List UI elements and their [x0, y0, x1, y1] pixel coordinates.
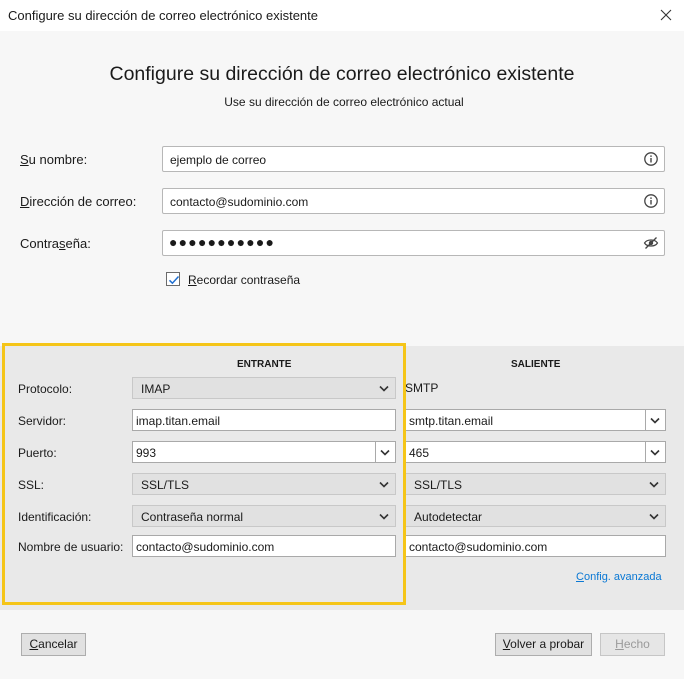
- outgoing-port-dropdown-button[interactable]: [645, 442, 665, 462]
- email-field[interactable]: contacto@sudominio.com: [162, 188, 665, 214]
- info-icon[interactable]: [643, 193, 659, 209]
- cancel-button[interactable]: Cancelar: [21, 633, 86, 656]
- outgoing-server-combobox[interactable]: smtp.titan.email: [405, 409, 666, 431]
- page-subtitle: Use su dirección de correo electrónico a…: [224, 95, 464, 109]
- title-bar: Configure su dirección de correo electró…: [0, 0, 684, 31]
- chevron-down-icon: [649, 481, 659, 488]
- outgoing-auth-value: Autodetectar: [414, 510, 483, 524]
- outgoing-ssl-value: SSL/TLS: [414, 478, 463, 492]
- outgoing-header: SALIENTE: [511, 359, 561, 370]
- info-icon[interactable]: [643, 151, 659, 167]
- close-icon[interactable]: [654, 3, 678, 27]
- advanced-config-link[interactable]: Config. avanzada: [576, 571, 662, 583]
- checkmark-icon: [168, 275, 180, 285]
- name-field[interactable]: ejemplo de correo: [162, 146, 665, 172]
- eye-slash-icon[interactable]: [643, 235, 659, 251]
- remember-password-checkbox[interactable]: [166, 272, 180, 286]
- password-value: ●●●●●●●●●●●: [169, 234, 276, 250]
- email-label: Dirección de correo:: [20, 194, 137, 209]
- password-label: Contraseña:: [20, 236, 91, 251]
- outgoing-port-value: 465: [409, 446, 430, 460]
- outgoing-ssl-select[interactable]: SSL/TLS: [405, 473, 666, 495]
- outgoing-auth-select[interactable]: Autodetectar: [405, 505, 666, 527]
- outgoing-port-combobox[interactable]: 465: [405, 441, 666, 463]
- password-field[interactable]: ●●●●●●●●●●●: [162, 230, 665, 256]
- chevron-down-icon: [650, 449, 660, 456]
- outgoing-username-value: contacto@sudominio.com: [409, 540, 548, 554]
- done-button[interactable]: Hecho: [600, 633, 665, 656]
- page-title: Configure su dirección de correo electró…: [109, 63, 575, 85]
- chevron-down-icon: [650, 417, 660, 424]
- email-value: contacto@sudominio.com: [170, 195, 309, 209]
- incoming-highlight-box: [2, 343, 406, 605]
- outgoing-server-dropdown-button[interactable]: [645, 410, 665, 430]
- outgoing-server-value: smtp.titan.email: [409, 414, 494, 428]
- remember-password-label[interactable]: Recordar contraseña: [188, 273, 300, 287]
- chevron-down-icon: [649, 513, 659, 520]
- name-value: ejemplo de correo: [170, 153, 267, 167]
- outgoing-username-input[interactable]: contacto@sudominio.com: [405, 535, 666, 557]
- outgoing-protocol-value: SMTP: [405, 381, 439, 395]
- retry-button[interactable]: Volver a probar: [495, 633, 592, 656]
- name-label: Su nombre:: [20, 152, 88, 167]
- window-title: Configure su dirección de correo electró…: [8, 8, 319, 23]
